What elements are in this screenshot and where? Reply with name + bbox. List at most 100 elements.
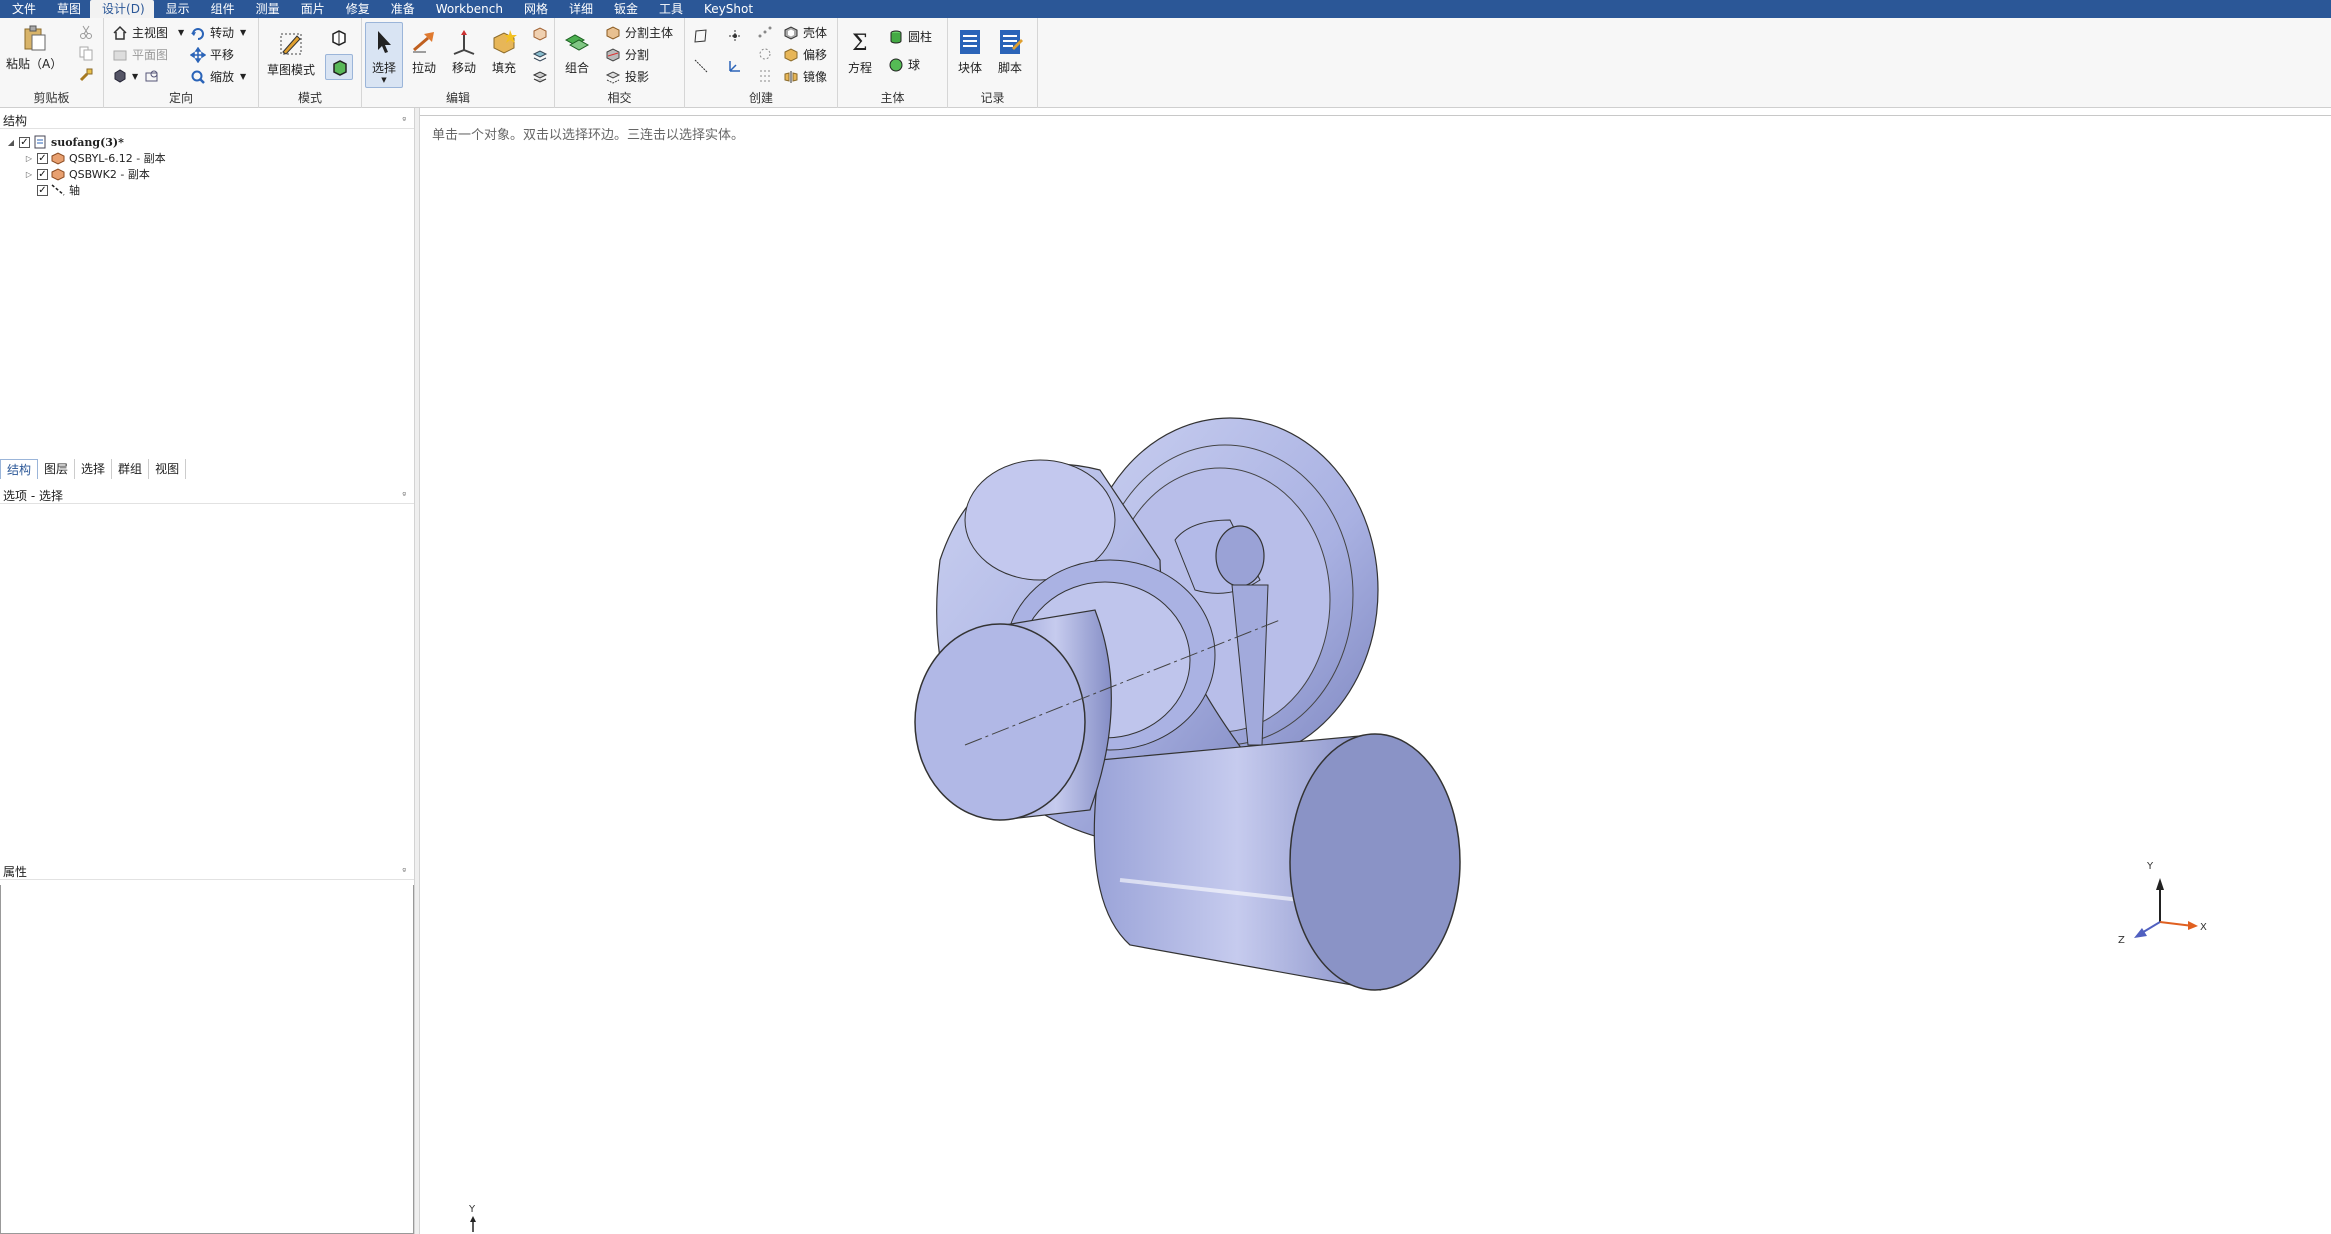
- axis-tool[interactable]: [727, 58, 747, 74]
- zoom-button[interactable]: 缩放 ▼: [190, 68, 246, 85]
- visibility-checkbox[interactable]: ✓: [37, 168, 48, 180]
- chevron-down-icon[interactable]: ▼: [381, 76, 386, 84]
- tree-item-label: QSBYL-6.12 - 副本: [69, 152, 166, 165]
- project-button[interactable]: 投影: [605, 68, 649, 85]
- expand-icon[interactable]: ▷: [24, 154, 34, 163]
- pattern-tool[interactable]: [757, 24, 777, 40]
- menu-item-13[interactable]: 工具: [647, 0, 692, 18]
- mode-group: 草图模式 模式: [259, 18, 362, 108]
- body-group-label: 主体: [880, 91, 905, 105]
- 3d-mode-button[interactable]: [325, 54, 353, 80]
- layers-icon: [532, 50, 548, 62]
- solid-cube-icon: [333, 60, 347, 76]
- section-mode-button[interactable]: [329, 28, 349, 48]
- menu-item-1[interactable]: 草图: [45, 0, 90, 18]
- tree-root[interactable]: ◢ ✓ suofang(3)*: [6, 134, 124, 150]
- tree-item-qsbwk2[interactable]: ▷ ✓ QSBWK2 - 副本: [24, 166, 150, 182]
- paste-button[interactable]: 粘贴（A）: [6, 24, 62, 72]
- edit-small-3[interactable]: [532, 70, 552, 86]
- mirror-button[interactable]: 镜像: [783, 68, 827, 85]
- menu-item-0[interactable]: 文件: [0, 0, 45, 18]
- tree-item-qsbyl[interactable]: ▷ ✓ QSBYL-6.12 - 副本: [24, 150, 166, 166]
- spin-button[interactable]: 转动 ▼: [190, 24, 246, 41]
- tab-layers[interactable]: 图层: [38, 459, 76, 479]
- structure-panel-header: 结构 ᵍ: [0, 113, 414, 129]
- cube-icon: [114, 69, 126, 83]
- equation-button[interactable]: Σ 方程: [846, 28, 874, 76]
- grid-pattern-tool[interactable]: [757, 68, 777, 84]
- chevron-down-icon[interactable]: ▼: [132, 72, 138, 81]
- view-cube-button[interactable]: ▼: [112, 68, 164, 84]
- menu-item-12[interactable]: 钣金: [602, 0, 647, 18]
- chevron-down-icon[interactable]: ▼: [240, 72, 246, 81]
- origin-tool[interactable]: [727, 28, 747, 44]
- home-icon: [113, 25, 127, 40]
- sketch-mode-button[interactable]: 草图模式: [267, 30, 315, 78]
- stack-icon: [532, 71, 548, 83]
- split-body-button[interactable]: 分割主体: [605, 24, 673, 41]
- menu-item-5[interactable]: 测量: [244, 0, 289, 18]
- visibility-checkbox[interactable]: ✓: [37, 184, 48, 196]
- collapse-icon[interactable]: ◢: [6, 138, 16, 147]
- menu-item-10[interactable]: 网格: [512, 0, 557, 18]
- tab-groups[interactable]: 群组: [112, 459, 150, 479]
- cut-button[interactable]: [78, 24, 98, 40]
- sphere-button[interactable]: 球: [888, 56, 920, 73]
- chevron-down-icon[interactable]: ▼: [178, 28, 184, 37]
- move-button[interactable]: 移动: [450, 28, 478, 76]
- move-label: 移动: [451, 61, 476, 75]
- copy-button[interactable]: [78, 45, 98, 61]
- pin-icon[interactable]: ᵍ: [402, 113, 406, 129]
- edit-small-2[interactable]: [532, 48, 552, 64]
- menu-item-11[interactable]: 详细: [557, 0, 602, 18]
- script-button[interactable]: 脚本: [996, 28, 1024, 76]
- block-record-button[interactable]: 块体: [956, 28, 984, 76]
- menu-item-2[interactable]: 设计(D): [90, 0, 154, 18]
- tree-item-axis[interactable]: ✓ 轴: [34, 182, 80, 198]
- tab-structure[interactable]: 结构: [0, 459, 39, 479]
- paste-label: 粘贴（A）: [6, 57, 63, 71]
- select-label: 选择: [371, 61, 396, 75]
- fill-button[interactable]: 填充: [490, 28, 518, 76]
- menu-item-8[interactable]: 准备: [379, 0, 424, 18]
- menu-item-9[interactable]: Workbench: [424, 0, 512, 18]
- pin-icon[interactable]: ᵍ: [402, 864, 406, 880]
- project-icon: [605, 70, 621, 84]
- menu-item-3[interactable]: 显示: [154, 0, 199, 18]
- 3d-viewport[interactable]: [420, 115, 2331, 1234]
- structure-panel-title: 结构: [3, 114, 28, 128]
- format-painter-button[interactable]: [78, 67, 98, 83]
- plane-view-button[interactable]: 平面图: [112, 46, 168, 63]
- copy-icon: [79, 46, 93, 61]
- tab-views[interactable]: 视图: [149, 459, 187, 479]
- zoom-box-icon[interactable]: [144, 68, 160, 84]
- cylinder-button[interactable]: 圆柱: [888, 28, 932, 45]
- menu-item-6[interactable]: 面片: [289, 0, 334, 18]
- plane-tool[interactable]: [693, 28, 713, 44]
- chevron-down-icon[interactable]: ▼: [240, 28, 246, 37]
- shell-button[interactable]: 壳体: [783, 24, 827, 41]
- pan-button[interactable]: 平移: [190, 46, 234, 63]
- tab-selection[interactable]: 选择: [75, 459, 113, 479]
- split-button[interactable]: 分割: [605, 46, 649, 63]
- expand-icon[interactable]: ▷: [24, 170, 34, 179]
- home-view-button[interactable]: 主视图 ▼: [112, 24, 184, 41]
- menu-item-14[interactable]: KeyShot: [692, 0, 762, 18]
- pull-button[interactable]: 拉动: [410, 28, 438, 76]
- visibility-checkbox[interactable]: ✓: [37, 152, 48, 164]
- select-tool[interactable]: 选择 ▼: [370, 28, 398, 84]
- clipboard-group-label: 剪贴板: [33, 91, 70, 105]
- tree-item-label: QSBWK2 - 副本: [69, 168, 150, 181]
- move-icon: [453, 30, 475, 55]
- offset-button[interactable]: 偏移: [783, 46, 827, 63]
- circular-pattern-tool[interactable]: [757, 46, 777, 62]
- line-tool[interactable]: [693, 58, 713, 74]
- menu-item-7[interactable]: 修复: [334, 0, 379, 18]
- combine-button[interactable]: 组合: [563, 28, 591, 76]
- pin-icon[interactable]: ᵍ: [402, 488, 406, 504]
- visibility-checkbox[interactable]: ✓: [19, 136, 30, 148]
- equation-label: 方程: [847, 61, 872, 75]
- sphere-icon: [889, 58, 903, 71]
- edit-small-1[interactable]: [532, 26, 552, 42]
- menu-item-4[interactable]: 组件: [199, 0, 244, 18]
